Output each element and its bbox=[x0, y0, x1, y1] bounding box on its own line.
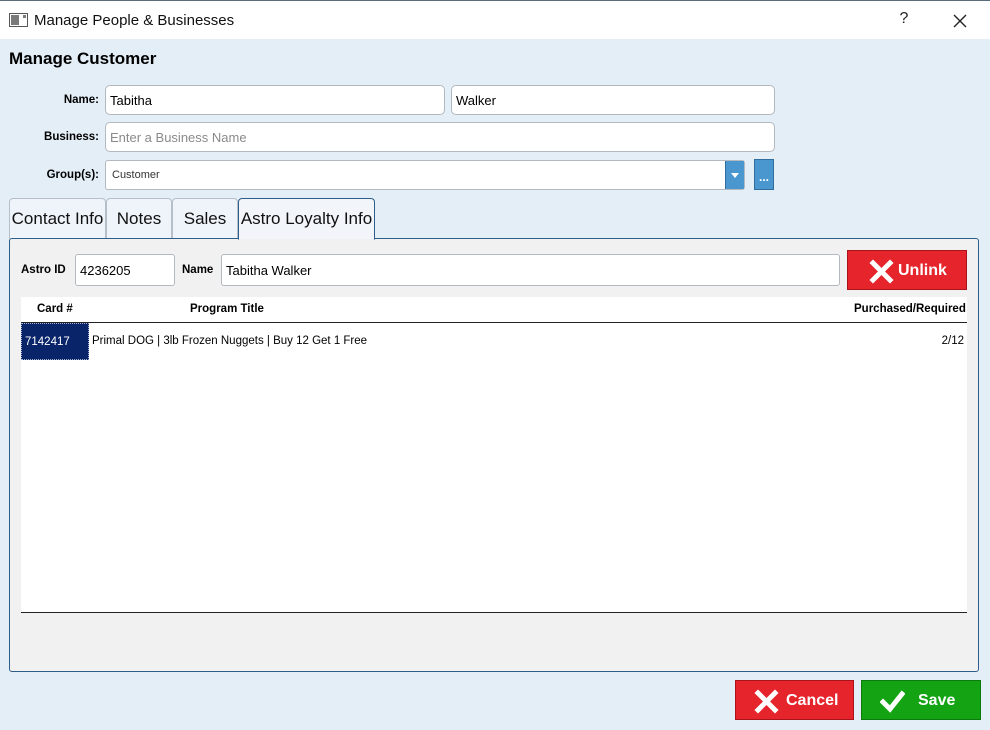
groups-select[interactable]: Customer bbox=[105, 160, 745, 190]
unlink-label: Unlink bbox=[898, 262, 947, 279]
close-icon[interactable] bbox=[948, 9, 972, 33]
column-header-purchased[interactable]: Purchased/Required bbox=[854, 303, 966, 315]
astro-name-label: Name bbox=[182, 264, 214, 276]
chevron-down-icon[interactable] bbox=[725, 161, 744, 189]
table-row[interactable]: 7142417 Primal DOG | 3lb Frozen Nuggets … bbox=[21, 323, 967, 361]
tab-sales[interactable]: Sales bbox=[172, 198, 238, 239]
purchased-required-cell[interactable]: 2/12 bbox=[942, 335, 964, 347]
tab-notes[interactable]: Notes bbox=[106, 198, 172, 239]
window-title: Manage People & Businesses bbox=[34, 12, 235, 29]
program-title-cell[interactable]: Primal DOG | 3lb Frozen Nuggets | Buy 12… bbox=[92, 335, 367, 347]
card-number-cell[interactable]: 7142417 bbox=[21, 323, 89, 360]
save-label: Save bbox=[918, 692, 956, 709]
column-header-program[interactable]: Program Title bbox=[190, 303, 264, 315]
unlink-button[interactable]: Unlink bbox=[847, 250, 967, 290]
groups-selected-value: Customer bbox=[112, 169, 160, 181]
astro-id-label: Astro ID bbox=[21, 264, 66, 276]
tab-contact-info[interactable]: Contact Info bbox=[9, 198, 106, 239]
business-input[interactable] bbox=[105, 122, 775, 152]
business-label: Business: bbox=[44, 131, 99, 143]
astro-id-input[interactable] bbox=[75, 254, 175, 286]
first-name-input[interactable] bbox=[105, 85, 445, 115]
close-icon bbox=[754, 689, 779, 714]
loyalty-cards-table: Card # Program Title Purchased/Required … bbox=[21, 297, 967, 613]
help-button[interactable]: ? bbox=[895, 10, 913, 30]
name-label: Name: bbox=[63, 94, 99, 106]
checkmark-icon bbox=[880, 690, 905, 713]
save-button[interactable]: Save bbox=[861, 680, 981, 720]
column-header-card[interactable]: Card # bbox=[37, 303, 73, 315]
cancel-button[interactable]: Cancel bbox=[735, 680, 854, 720]
page-title: Manage Customer bbox=[9, 49, 157, 68]
last-name-input[interactable] bbox=[451, 85, 775, 115]
groups-label: Group(s): bbox=[46, 169, 99, 181]
astro-name-input[interactable] bbox=[221, 254, 840, 286]
cancel-label: Cancel bbox=[786, 692, 839, 709]
close-icon bbox=[869, 259, 894, 284]
title-bar: Manage People & Businesses ? bbox=[0, 0, 990, 39]
app-window-icon bbox=[9, 13, 28, 27]
tab-astro-loyalty-info[interactable]: Astro Loyalty Info bbox=[238, 198, 375, 240]
groups-more-button[interactable]: ... bbox=[754, 159, 774, 190]
